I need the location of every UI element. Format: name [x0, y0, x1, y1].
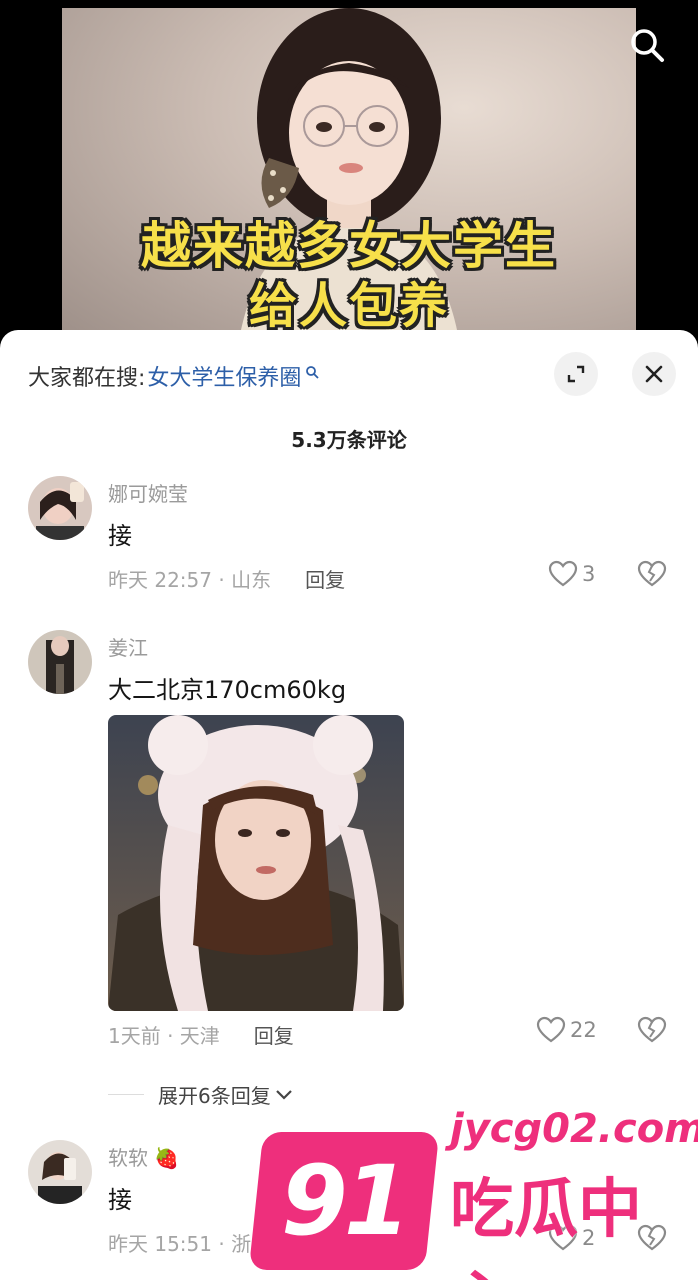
search-icon	[631, 29, 664, 62]
comment-image[interactable]	[108, 715, 404, 1011]
expand-replies-button[interactable]: 展开6条回复	[108, 1080, 293, 1109]
close-icon	[645, 365, 663, 383]
heart-icon	[536, 1016, 566, 1043]
avatar[interactable]	[28, 630, 92, 694]
avatar[interactable]	[28, 1140, 92, 1204]
watermark-name: 吃瓜中心	[450, 1173, 642, 1280]
username-text: 软软	[108, 1146, 148, 1170]
comment-meta: 昨天 22:57 · 山东 回复	[108, 564, 345, 593]
video-player[interactable]: 越来越多女大学生 给人包养	[0, 0, 698, 340]
dislike-button[interactable]	[637, 1016, 667, 1048]
watermark-badge: 91	[248, 1132, 440, 1270]
video-frame: 越来越多女大学生 给人包养	[62, 8, 636, 340]
comment-username[interactable]: 软软 🍓	[108, 1142, 179, 1171]
comment-text: 接	[108, 1186, 132, 1214]
comment-time-location: 昨天 22:57 · 山东	[108, 568, 272, 592]
like-count: 3	[582, 562, 596, 586]
comment-text: 大二北京170cm60kg	[108, 676, 347, 704]
strawberry-emoji: 🍓	[154, 1146, 180, 1170]
like-count: 22	[570, 1018, 597, 1042]
expand-button[interactable]	[554, 352, 598, 396]
hot-search-bar[interactable]: 大家都在搜: 女大学生保养圈	[28, 360, 320, 392]
heart-icon	[548, 560, 578, 587]
video-caption-line2: 给人包养	[248, 278, 449, 334]
divider-line	[108, 1094, 144, 1095]
comment-meta: 1天前 · 天津 回复	[108, 1020, 294, 1049]
comment-item: 娜可婉莹 接 昨天 22:57 · 山东 回复 3	[0, 474, 698, 604]
comment-count: 5.3万条评论	[291, 428, 407, 452]
comment-item: 姜江 大二北京170cm60kg 1天前 · 天津 回复 22 展开6条回复	[0, 628, 698, 1108]
hot-search-term[interactable]: 女大学生保养圈	[147, 360, 301, 392]
watermark-url: jycg02.com	[450, 1106, 698, 1152]
comment-username[interactable]: 娜可婉莹	[108, 478, 188, 507]
like-button[interactable]: 3	[548, 560, 595, 588]
hot-search-label: 大家都在搜:	[28, 366, 146, 391]
broken-heart-icon	[637, 560, 667, 587]
watermark-badge-text: 91	[281, 1145, 407, 1257]
comment-username[interactable]: 姜江	[108, 632, 148, 661]
expand-replies-label: 展开6条回复	[158, 1084, 271, 1108]
search-icon	[306, 366, 320, 379]
comment-text: 接	[108, 522, 132, 550]
reply-button[interactable]: 回复	[305, 564, 345, 593]
close-button[interactable]	[632, 352, 676, 396]
reply-button[interactable]: 回复	[254, 1020, 294, 1049]
comment-time-location: 昨天 15:51 · 浙江	[108, 1232, 272, 1256]
search-button[interactable]	[624, 22, 670, 68]
broken-heart-icon	[637, 1016, 667, 1043]
dislike-button[interactable]	[637, 560, 667, 592]
avatar[interactable]	[28, 476, 92, 540]
sheet-header: 大家都在搜: 女大学生保养圈	[0, 330, 698, 420]
chevron-down-icon	[275, 1089, 292, 1100]
comment-time-location: 1天前 · 天津	[108, 1024, 220, 1048]
like-button[interactable]: 22	[536, 1016, 597, 1044]
expand-icon	[567, 365, 585, 383]
